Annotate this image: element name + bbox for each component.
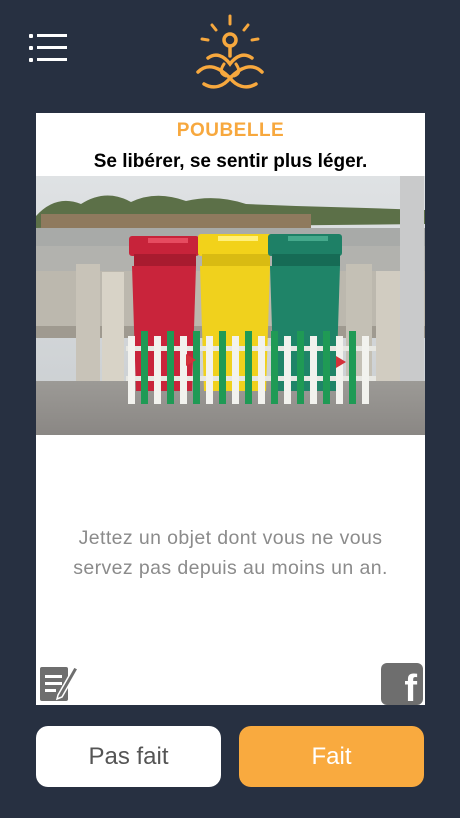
meditation-lotus-logo-icon <box>196 14 264 89</box>
app-logo <box>190 12 270 94</box>
facebook-share-button[interactable]: f <box>381 663 423 705</box>
activity-description: Jettez un objet dont vous ne vous servez… <box>73 527 388 579</box>
edit-note-icon[interactable] <box>38 661 80 703</box>
facebook-icon: f <box>404 668 417 705</box>
activity-card: POUBELLE Se libérer, se sentir plus lége… <box>36 113 425 705</box>
card-subtitle: Se libérer, se sentir plus léger. <box>93 151 368 172</box>
activity-photo <box>36 176 425 435</box>
done-button[interactable]: Fait <box>239 726 424 787</box>
not-done-button[interactable]: Pas fait <box>36 726 221 787</box>
card-title: POUBELLE <box>176 120 285 141</box>
menu-button[interactable] <box>29 33 69 63</box>
